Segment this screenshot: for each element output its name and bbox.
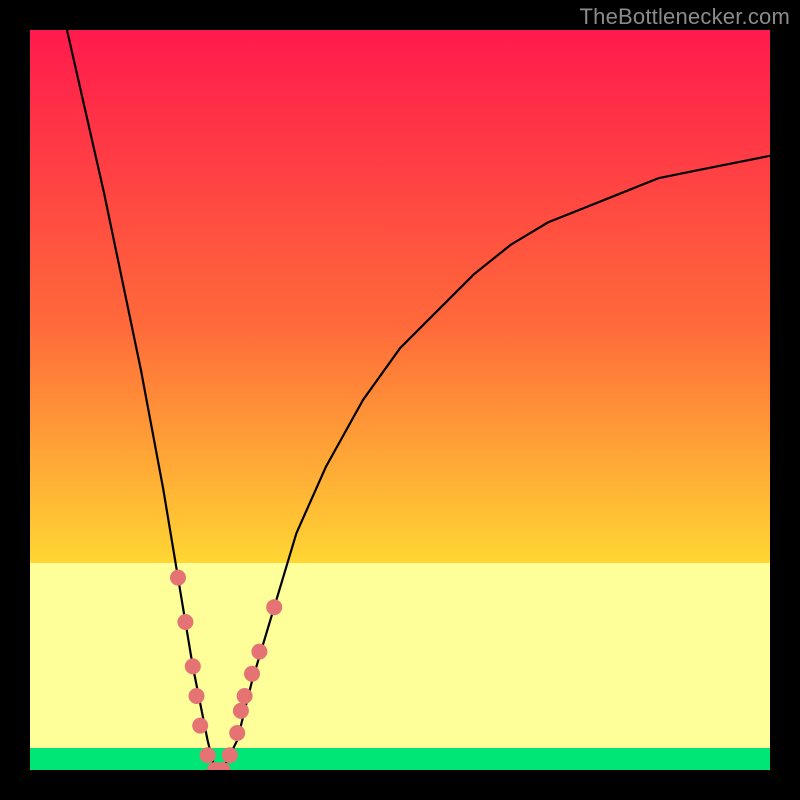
scatter-dot — [251, 644, 267, 660]
scatter-dot — [244, 666, 260, 682]
scatter-dot — [189, 688, 205, 704]
bottleneck-chart — [30, 30, 770, 770]
scatter-dot — [266, 599, 282, 615]
scatter-dot — [222, 747, 238, 763]
gradient-background — [30, 30, 770, 770]
scatter-dot — [192, 718, 208, 734]
scatter-dot — [177, 614, 193, 630]
plot-area — [30, 30, 770, 770]
scatter-dot — [233, 703, 249, 719]
scatter-dot — [237, 688, 253, 704]
scatter-dot — [185, 658, 201, 674]
scatter-dot — [170, 570, 186, 586]
attribution-text: TheBottlenecker.com — [580, 4, 790, 30]
chart-frame: TheBottlenecker.com — [0, 0, 800, 800]
scatter-dot — [229, 725, 245, 741]
scatter-dot — [200, 747, 216, 763]
